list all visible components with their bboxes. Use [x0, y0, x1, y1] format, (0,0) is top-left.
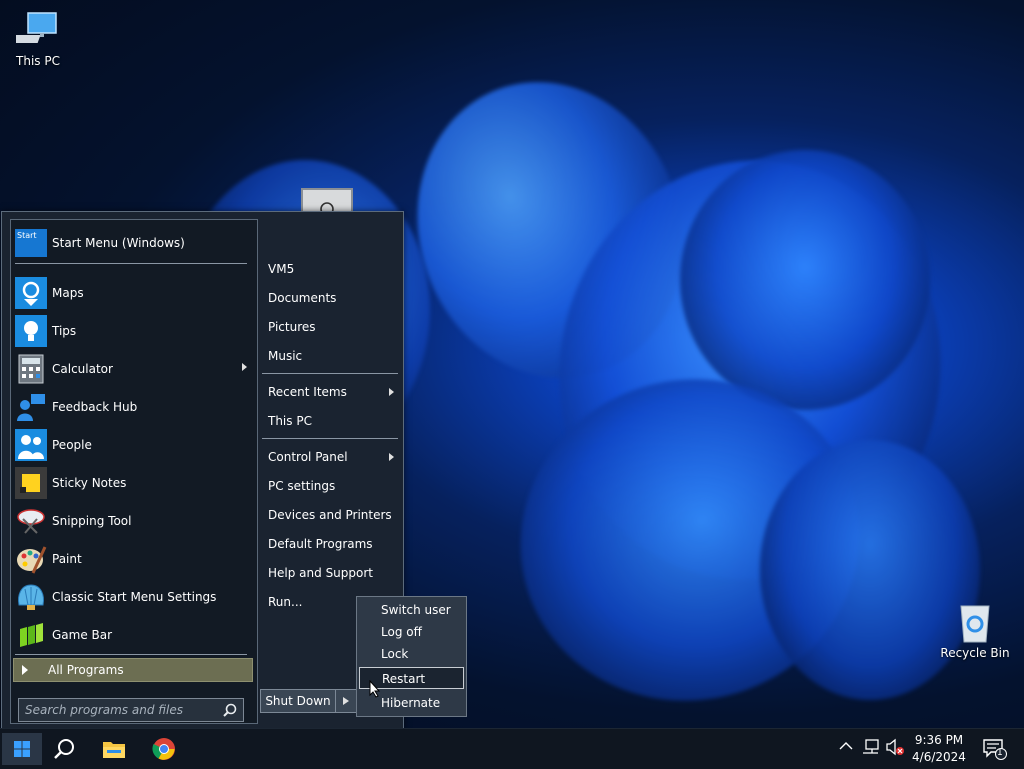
app-item-paint[interactable]: Paint: [15, 540, 253, 578]
app-item-label: Feedback Hub: [52, 400, 138, 414]
places-item-pictures[interactable]: Pictures: [268, 314, 402, 340]
taskbar: 9:36 PM 4/6/2024 1: [0, 728, 1024, 769]
start-menu-app-icon: Start: [15, 229, 47, 257]
windows-logo-icon: [14, 741, 30, 757]
places-item-music[interactable]: Music: [268, 343, 402, 369]
calculator-icon: [15, 353, 47, 385]
places-item-help-and-support[interactable]: Help and Support: [268, 560, 402, 586]
mouse-cursor-icon: [369, 679, 381, 701]
app-item-classic-start-menu-settings[interactable]: Classic Start Menu Settings: [15, 578, 253, 616]
recycle-bin-icon: [953, 600, 997, 644]
expand-arrow-icon: [22, 665, 28, 675]
divider: [15, 654, 247, 655]
sticky-notes-icon: [15, 467, 47, 499]
app-list: Maps Tips Calculator Feedback Hub People: [15, 274, 253, 654]
all-programs-label: All Programs: [48, 663, 124, 677]
paint-icon: [15, 543, 47, 575]
places-item-vm5[interactable]: VM5: [268, 256, 402, 282]
search-input[interactable]: Search programs and files: [18, 698, 244, 722]
places-item-documents[interactable]: Documents: [268, 285, 402, 311]
app-item-calculator[interactable]: Calculator: [15, 350, 253, 388]
app-item-label: Sticky Notes: [52, 476, 127, 490]
desktop-icon-recycle-bin[interactable]: Recycle Bin: [937, 600, 1013, 660]
places-item-default-programs[interactable]: Default Programs: [268, 531, 402, 557]
start-button[interactable]: [2, 733, 42, 765]
notification-count: 1: [997, 748, 1003, 758]
clock-date: 4/6/2024: [912, 750, 966, 764]
shut-down-label: Shut Down: [261, 690, 336, 712]
start-menu-header-item[interactable]: Start Start Menu (Windows): [15, 229, 251, 257]
search-icon: [54, 739, 74, 759]
places-item-pc-settings[interactable]: PC settings: [268, 473, 402, 499]
menu-item-switch-user[interactable]: Switch user: [359, 599, 464, 621]
desktop-icon-label: Recycle Bin: [940, 646, 1010, 660]
desktop-icon-label: This PC: [16, 54, 60, 68]
network-icon[interactable]: [862, 739, 880, 758]
chrome-icon: [152, 738, 175, 760]
app-item-tips[interactable]: Tips: [15, 312, 253, 350]
app-item-game-bar[interactable]: Game Bar: [15, 616, 253, 654]
desktop-icon-this-pc[interactable]: This PC: [0, 8, 76, 68]
maps-icon: [15, 277, 47, 309]
divider: [262, 373, 398, 374]
start-menu: Start Start Menu (Windows) Maps Tips Cal…: [1, 211, 404, 729]
places-item-recent-items[interactable]: Recent Items: [268, 379, 402, 405]
volume-muted-icon[interactable]: [885, 738, 905, 759]
divider: [15, 263, 247, 264]
taskbar-search-button[interactable]: [44, 733, 84, 765]
app-item-people[interactable]: People: [15, 426, 253, 464]
app-item-label: Game Bar: [52, 628, 113, 642]
shut-down-arrow-icon[interactable]: [336, 697, 356, 705]
submenu-arrow-icon: [242, 363, 247, 371]
shell-icon: [15, 581, 47, 613]
app-item-label: Tips: [52, 324, 77, 338]
places-item-devices-and-printers[interactable]: Devices and Printers: [268, 502, 402, 528]
clock-time: 9:36 PM: [914, 733, 964, 747]
app-item-label: People: [52, 438, 92, 452]
chevron-up-icon[interactable]: [839, 740, 853, 754]
feedback-hub-icon: [15, 391, 47, 423]
app-item-label: Paint: [52, 552, 82, 566]
tips-icon: [15, 315, 47, 347]
search-placeholder: Search programs and files: [25, 703, 183, 717]
all-programs-button[interactable]: All Programs: [13, 658, 253, 682]
divider: [262, 438, 398, 439]
start-menu-programs-pane: Start Start Menu (Windows) Maps Tips Cal…: [10, 219, 258, 724]
app-item-label: Maps: [52, 286, 84, 300]
app-item-label: Classic Start Menu Settings: [52, 590, 217, 604]
app-item-sticky-notes[interactable]: Sticky Notes: [15, 464, 253, 502]
app-item-snipping-tool[interactable]: Snipping Tool: [15, 502, 253, 540]
people-icon: [15, 429, 47, 461]
menu-item-log-off[interactable]: Log off: [359, 621, 464, 643]
shut-down-button[interactable]: Shut Down: [260, 689, 357, 713]
game-bar-icon: [15, 619, 47, 651]
app-item-label: Snipping Tool: [52, 514, 132, 528]
notification-center-icon[interactable]: 1: [983, 738, 1007, 763]
submenu-arrow-icon: [389, 388, 394, 396]
places-item-this-pc[interactable]: This PC: [268, 408, 402, 434]
app-item-label: Calculator: [52, 362, 113, 376]
taskbar-chrome[interactable]: [144, 733, 184, 765]
folder-icon: [103, 742, 125, 758]
places-item-control-panel[interactable]: Control Panel: [268, 444, 402, 470]
start-menu-header-label: Start Menu (Windows): [52, 236, 185, 250]
app-item-maps[interactable]: Maps: [15, 274, 253, 312]
taskbar-clock[interactable]: 9:36 PM 4/6/2024: [912, 732, 966, 766]
app-item-feedback-hub[interactable]: Feedback Hub: [15, 388, 253, 426]
taskbar-file-explorer[interactable]: [94, 733, 134, 765]
snipping-tool-icon: [15, 505, 47, 537]
computer-icon: [16, 8, 60, 52]
search-icon[interactable]: [223, 703, 237, 720]
menu-item-lock[interactable]: Lock: [359, 643, 464, 665]
submenu-arrow-icon: [389, 453, 394, 461]
